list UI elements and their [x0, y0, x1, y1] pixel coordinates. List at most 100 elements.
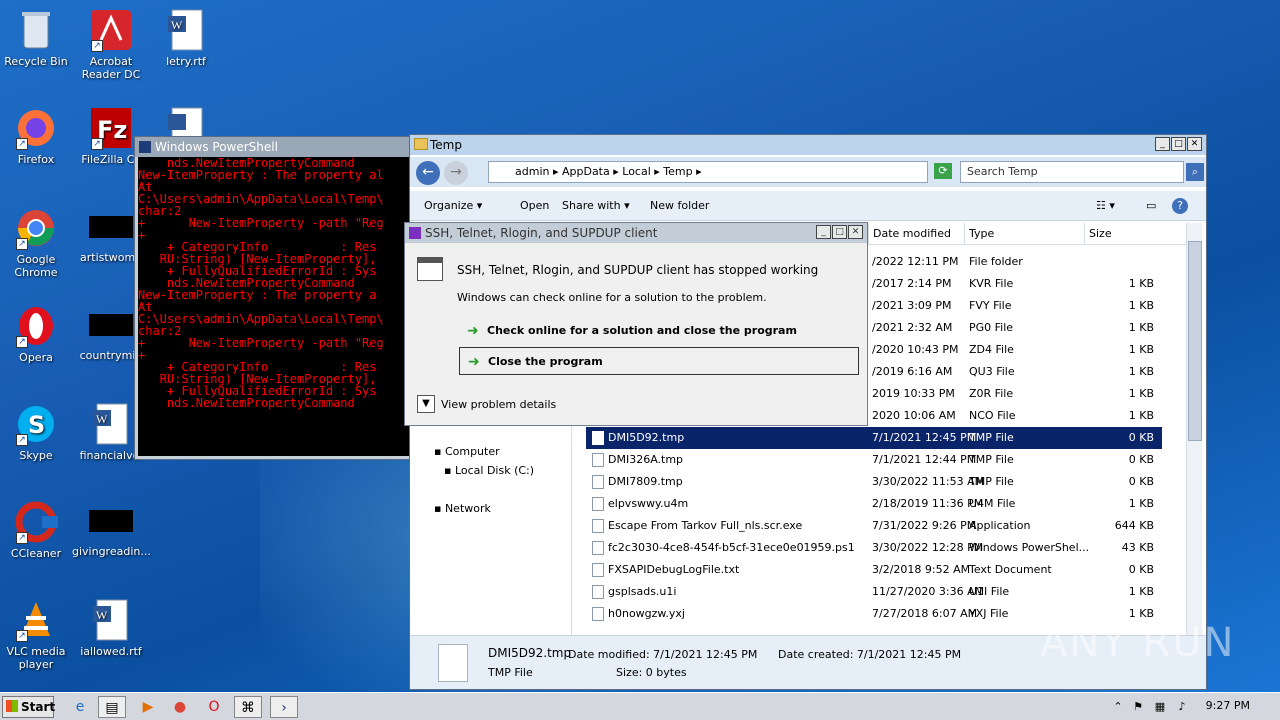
- search-icon[interactable]: ⌕: [1186, 163, 1204, 181]
- ie-icon[interactable]: e: [66, 696, 94, 718]
- file-row[interactable]: DMI7809.tmp 3/30/2022 11:53 AM TMP File 0 K…: [586, 471, 1162, 493]
- search-input[interactable]: Search Temp: [960, 161, 1184, 183]
- file-row[interactable]: DMI5D92.tmp 7/1/2021 12:45 PM TMP File 0 KB: [585, 426, 1163, 450]
- new-folder-button[interactable]: New folder: [650, 199, 709, 212]
- desktop-icon-givingreadin[interactable]: givingreadin...: [72, 500, 151, 558]
- media-player-icon[interactable]: ▶: [134, 696, 162, 718]
- check-online-button[interactable]: ➜ Check online for a solution and close t…: [459, 317, 859, 345]
- console-line: + New-ItemProperty -path "Reg: [138, 336, 384, 350]
- word-document-icon: W: [89, 402, 133, 446]
- explorer-taskbar-icon[interactable]: ▤: [98, 696, 126, 718]
- share-with-button[interactable]: Share with ▾: [562, 199, 630, 212]
- desktop-icon-label: Google Chrome: [14, 253, 58, 279]
- desktop-icon-firefox[interactable]: ↗ Firefox: [0, 106, 75, 166]
- details-size: Size: 0 bytes: [616, 666, 687, 679]
- powershell-title: Windows PowerShell: [155, 140, 278, 154]
- powershell-console[interactable]: nds.NewItemPropertyCommand New-ItemProper…: [138, 157, 410, 456]
- file-type: File folder: [969, 255, 1023, 268]
- file-size: 1 KB: [1128, 343, 1154, 356]
- console-line: + New-ItemProperty -path "Reg: [138, 216, 384, 230]
- breadcrumb-local[interactable]: Local: [622, 165, 651, 178]
- desktop-icon-label: CCleaner: [10, 547, 62, 560]
- desktop-icon-opera[interactable]: ↗ Opera: [0, 304, 75, 364]
- organize-button[interactable]: Organize ▾: [424, 199, 482, 212]
- scrollbar-thumb[interactable]: [1188, 241, 1202, 441]
- powershell-taskbar-icon[interactable]: ›: [270, 696, 298, 718]
- clock[interactable]: 9:27 PM: [1206, 699, 1250, 712]
- desktop-icon-label: VLC media player: [6, 645, 66, 671]
- back-button[interactable]: ←: [416, 161, 440, 185]
- desktop-icon-letry[interactable]: W letry.rtf: [147, 8, 225, 68]
- desktop-icon-label: iallowed.rtf: [80, 645, 142, 658]
- error-dialog[interactable]: SSH, Telnet, Rlogin, and SUPDUP client _…: [404, 222, 868, 426]
- column-type[interactable]: Type: [964, 223, 1080, 245]
- nav-local-disk[interactable]: ▪ Local Disk (C:): [444, 464, 534, 477]
- taskbar: Start e ▤ ▶ ● O ⌘ › ⌃ ⚑ ▦ ♪ 9:27 PM: [0, 692, 1280, 720]
- column-date[interactable]: Date modified: [868, 223, 960, 245]
- file-name: FXSAPIDebugLogFile.txt: [608, 563, 740, 576]
- desktop-icon-vlc[interactable]: ↗ VLC media player: [0, 598, 75, 671]
- file-name: gsplsads.u1i: [608, 585, 677, 598]
- dialog-titlebar[interactable]: SSH, Telnet, Rlogin, and SUPDUP client _…: [405, 223, 867, 243]
- svg-text:S: S: [28, 411, 45, 439]
- view-options-icon[interactable]: ☷ ▾: [1096, 199, 1115, 212]
- desktop-icon-ccleaner[interactable]: ↗ CCleaner: [0, 500, 75, 560]
- start-button[interactable]: Start: [2, 696, 55, 718]
- desktop-icon-skype[interactable]: S ↗ Skype: [0, 402, 75, 462]
- file-row[interactable]: DMI326A.tmp 7/1/2021 12:44 PM TMP File 0 KB: [586, 449, 1162, 471]
- open-button[interactable]: Open: [520, 199, 549, 212]
- close-program-button[interactable]: ➜ Close the program: [459, 347, 859, 375]
- desktop-icon-acrobat[interactable]: ↗ Acrobat Reader DC: [72, 8, 150, 81]
- maximize-button[interactable]: □: [1171, 137, 1186, 151]
- nav-network[interactable]: ▪ Network: [434, 502, 491, 515]
- desktop-icon-iallowed[interactable]: W iallowed.rtf: [72, 598, 150, 658]
- close-button[interactable]: ✕: [848, 225, 863, 239]
- nav-computer[interactable]: ▪ Computer: [434, 445, 500, 458]
- opera-taskbar-icon[interactable]: O: [200, 696, 228, 718]
- file-type: TMP File: [969, 475, 1014, 488]
- tray-volume-icon[interactable]: ♪: [1168, 696, 1196, 718]
- file-date: /2022 12:11 PM: [872, 255, 959, 268]
- powershell-window[interactable]: Windows PowerShell nds.NewItemPropertyCo…: [134, 136, 414, 460]
- skype-icon: S ↗: [14, 402, 58, 446]
- refresh-icon[interactable]: ⟳: [934, 163, 952, 179]
- chevron-down-icon[interactable]: ▼: [417, 395, 435, 413]
- app-icon: [409, 227, 421, 239]
- file-name: DMI5D92.tmp: [608, 431, 685, 444]
- breadcrumb[interactable]: admin ▸ AppData ▸ Local ▸ Temp ▸: [488, 161, 928, 183]
- file-row[interactable]: gsplsads.u1i 11/27/2020 3:36 AM U1I File 1 …: [586, 581, 1162, 603]
- file-date: 7/31/2022 9:26 PM: [872, 519, 977, 532]
- desktop-icon-label: letry.rtf: [166, 55, 206, 68]
- powershell-titlebar[interactable]: Windows PowerShell: [135, 137, 413, 157]
- forward-button[interactable]: →: [444, 161, 468, 185]
- desktop-icon-label: Opera: [19, 351, 53, 364]
- vertical-scrollbar[interactable]: [1186, 223, 1202, 637]
- opera-icon: ↗: [14, 304, 58, 348]
- file-row[interactable]: Escape From Tarkov Full_nls.scr.exe 7/31/…: [586, 515, 1162, 537]
- explorer-title: Temp: [430, 138, 462, 152]
- breadcrumb-appdata[interactable]: AppData: [562, 165, 610, 178]
- help-icon[interactable]: ?: [1172, 198, 1188, 214]
- desktop-icon-chrome[interactable]: ↗ Google Chrome: [0, 206, 75, 279]
- explorer-titlebar[interactable]: Temp _ □ ✕: [410, 135, 1206, 155]
- file-row[interactable]: fc2c3030-4ce8-454f-b5cf-31ece0e01959.ps1…: [586, 537, 1162, 559]
- column-size[interactable]: Size: [1084, 223, 1164, 245]
- desktop-icon-label: Firefox: [17, 153, 55, 166]
- close-button[interactable]: ✕: [1187, 137, 1202, 151]
- maximize-button[interactable]: □: [832, 225, 847, 239]
- file-thumbnail: [89, 314, 133, 336]
- preview-pane-icon[interactable]: ▭: [1146, 199, 1156, 212]
- breadcrumb-admin[interactable]: admin: [515, 165, 549, 178]
- file-row[interactable]: FXSAPIDebugLogFile.txt 3/2/2018 9:52 AM Te…: [586, 559, 1162, 581]
- file-icon: [592, 497, 604, 511]
- chrome-taskbar-icon[interactable]: ●: [166, 696, 194, 718]
- file-date: /2017 2:14 PM: [872, 277, 952, 290]
- breadcrumb-temp[interactable]: Temp: [663, 165, 692, 178]
- desktop-icon-recycle-bin[interactable]: Recycle Bin: [0, 8, 75, 68]
- putty-taskbar-icon[interactable]: ⌘: [234, 696, 262, 718]
- file-row[interactable]: elpvswwy.u4m 2/18/2019 11:36 PM U4M File 1 …: [586, 493, 1162, 515]
- file-preview-icon: [438, 644, 468, 682]
- minimize-button[interactable]: _: [1155, 137, 1170, 151]
- minimize-button[interactable]: _: [816, 225, 831, 239]
- view-details-link[interactable]: View problem details: [441, 398, 556, 411]
